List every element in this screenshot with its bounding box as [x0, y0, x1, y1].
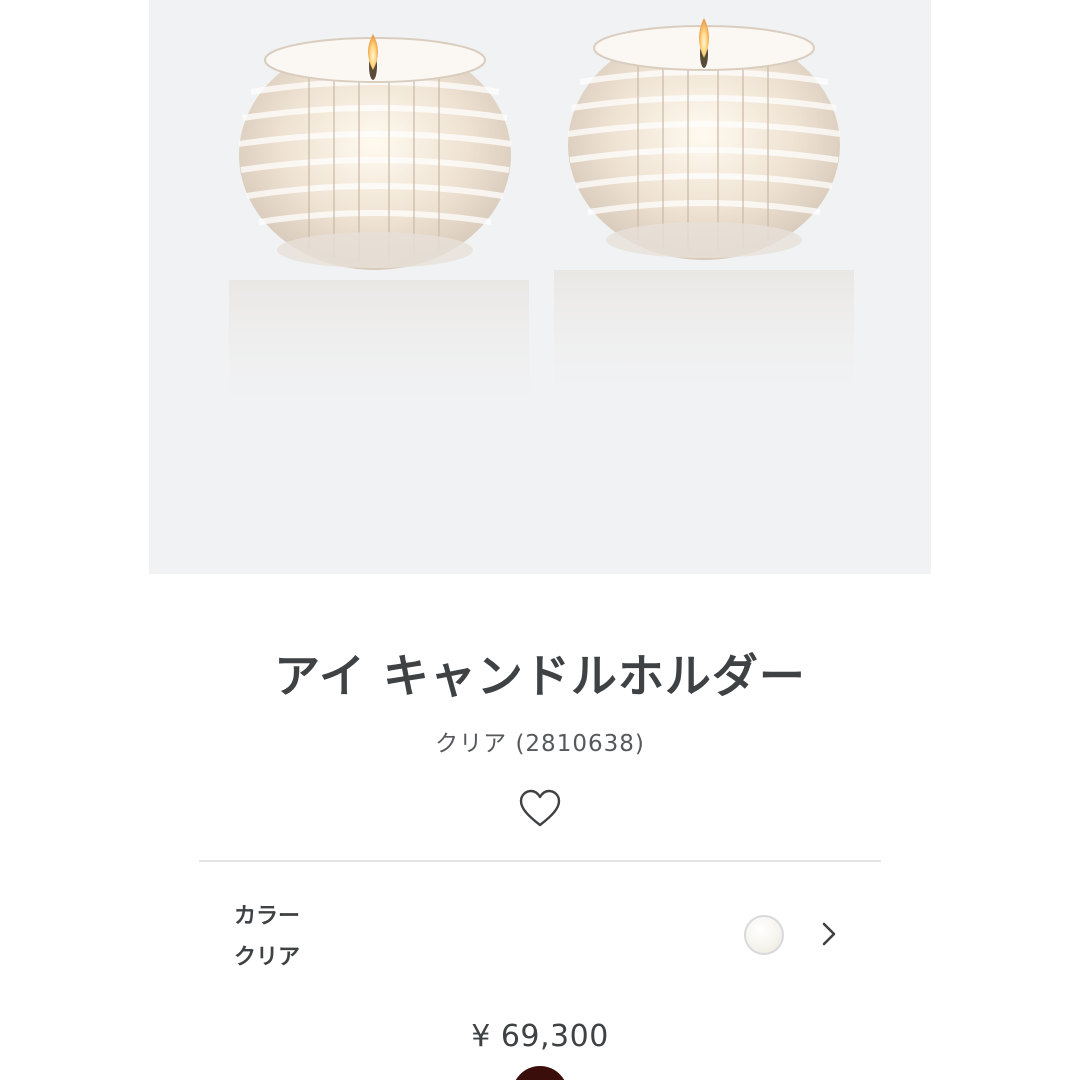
color-label: カラー: [234, 904, 301, 929]
product-image: [149, 0, 931, 574]
product-title: アイ キャンドルホルダー: [274, 649, 806, 703]
bottom-action-button[interactable]: [512, 1066, 568, 1080]
heart-outline-icon: [519, 789, 561, 827]
candle-holders-illustration: [229, 18, 854, 430]
product-page: アイ キャンドルホルダー クリア (2810638) カラー クリア ¥ 69,…: [0, 0, 1080, 1080]
color-value: クリア: [234, 945, 301, 970]
chevron-right-icon[interactable]: [819, 921, 839, 947]
product-price: ¥ 69,300: [471, 1019, 609, 1054]
candle-holder-right: [554, 18, 854, 420]
color-swatch[interactable]: [744, 915, 784, 955]
candle-holder-left: [229, 34, 529, 430]
favorite-button[interactable]: [519, 789, 561, 829]
product-variant-code: クリア (2810638): [435, 731, 645, 757]
color-selector-row[interactable]: カラー クリア: [199, 862, 881, 988]
